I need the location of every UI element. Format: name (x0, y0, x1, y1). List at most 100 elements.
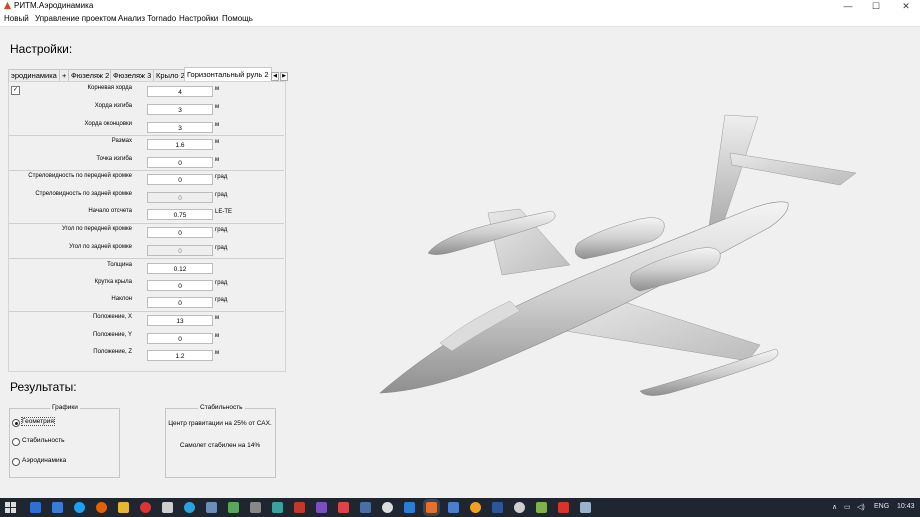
menu-help[interactable]: Помощь (222, 14, 253, 23)
java-icon[interactable] (426, 502, 437, 513)
group-separator (8, 135, 284, 136)
volume-icon[interactable]: ◁) (857, 503, 865, 511)
param-unit: м (215, 139, 220, 145)
param-position-y-input[interactable]: 0 (147, 333, 213, 344)
group-separator (8, 258, 284, 259)
fuselage (379, 201, 789, 394)
tab-fuselage-2[interactable]: Фюзеляж 2 (68, 69, 113, 81)
param-dihedral-input[interactable]: 0 (147, 297, 213, 308)
radio-aerodynamics[interactable] (12, 458, 20, 466)
telegram-icon[interactable] (184, 502, 195, 513)
firefox-icon[interactable] (96, 502, 107, 513)
param-label-dihedral: Наклон (111, 296, 132, 302)
title-bar: РИТМ.Аэродинамика — ☐ ✕ (0, 0, 920, 12)
param-label-te-angle: Угол по задней кромке (69, 244, 132, 250)
settings-gear-icon[interactable] (514, 502, 525, 513)
menu-new[interactable]: Новый (4, 14, 29, 23)
param-span-input[interactable]: 1.6 (147, 139, 213, 150)
param-le-sweep-input[interactable]: 0 (147, 174, 213, 185)
app-icon[interactable] (580, 502, 591, 513)
cg-text: Центр гравитации на 25% от САХ. (168, 420, 272, 427)
param-origin-input[interactable]: 0.75 (147, 209, 213, 220)
minimize-button[interactable]: — (834, 0, 862, 12)
folder-icon[interactable] (52, 502, 63, 513)
param-tip-chord-input[interactable]: 3 (147, 122, 213, 133)
param-unit: м (215, 315, 220, 321)
tab-scroll-right-icon[interactable]: ▶ (280, 72, 288, 81)
app-icon[interactable] (294, 502, 305, 513)
param-kink-chord-input[interactable]: 3 (147, 104, 213, 115)
param-unit: м (215, 86, 220, 92)
param-unit: град (215, 227, 228, 233)
maximize-button[interactable]: ☐ (862, 0, 890, 12)
param-label-span: Размах (111, 138, 132, 144)
app-icon[interactable] (206, 502, 217, 513)
tab-horizontal-stabilizer-2[interactable]: Горизонтальный руль 2 (184, 67, 272, 81)
menu-project-management[interactable]: Управление проектом (35, 14, 117, 23)
tab-wing-2[interactable]: Крыло 2 (153, 69, 188, 81)
clock[interactable]: 10:43 (897, 503, 915, 510)
param-thickness-input[interactable]: 0.12 (147, 263, 213, 274)
param-label-position-y: Положение, Y (92, 332, 132, 338)
file-explorer-icon[interactable] (118, 502, 129, 513)
right-tip-tank (639, 348, 779, 396)
param-te-angle-input: 0 (147, 245, 213, 256)
app-icon[interactable] (536, 502, 547, 513)
pdf-icon[interactable] (558, 502, 569, 513)
menu-settings[interactable]: Настройки (179, 14, 218, 23)
param-label-thickness: Толщина (107, 262, 132, 268)
app-icon[interactable] (448, 502, 459, 513)
word-icon[interactable] (492, 502, 503, 513)
radio-stability[interactable] (12, 438, 20, 446)
outlook-icon[interactable] (30, 502, 41, 513)
app-icon[interactable] (250, 502, 261, 513)
radio-label-stability[interactable]: Стабильность (22, 437, 65, 444)
radio-label-geometry[interactable]: Геометрия (21, 417, 55, 426)
menu-tornado-analysis[interactable]: Анализ Tornado (118, 14, 176, 23)
tab-fuselage-3[interactable]: Фюзеляж 3 (110, 69, 155, 81)
app-icon[interactable] (338, 502, 349, 513)
window-title: РИТМ.Аэродинамика (14, 1, 94, 10)
settings-title: Настройки: (10, 42, 73, 56)
close-button[interactable]: ✕ (892, 0, 920, 12)
app-icon[interactable] (228, 502, 239, 513)
param-position-x-input[interactable]: 13 (147, 315, 213, 326)
param-label-le-angle: Угол по передней кромке (62, 226, 132, 232)
group-separator (8, 223, 284, 224)
radio-geometry[interactable] (12, 419, 20, 427)
language-indicator[interactable]: ENG (874, 503, 889, 510)
param-label-tip-chord: Хорда оконцовки (84, 121, 132, 127)
results-title: Результаты: (10, 380, 77, 394)
param-label-root-chord: Корневая хорда (87, 85, 133, 91)
visual-studio-icon[interactable] (316, 502, 327, 513)
app-icon[interactable] (360, 502, 371, 513)
param-root-chord-input[interactable]: 4 (147, 86, 213, 97)
vscode-icon[interactable] (404, 502, 415, 513)
group-separator (8, 170, 284, 171)
stability-text: Самолет стабилен на 14% (179, 442, 261, 449)
skype-icon[interactable] (74, 502, 85, 513)
app-icon[interactable] (470, 502, 481, 513)
radio-label-aerodynamics[interactable]: Аэродинамика (22, 457, 66, 464)
param-kink-point-input[interactable]: 0 (147, 157, 213, 168)
app-icon[interactable] (162, 502, 173, 513)
param-position-z-input[interactable]: 1.2 (147, 350, 213, 361)
param-unit: град (215, 245, 228, 251)
tab-aerodynamics[interactable]: эродинамика (8, 69, 61, 81)
param-le-angle-input[interactable]: 0 (147, 227, 213, 238)
tab-scroll-left-icon[interactable]: ◀ (271, 72, 279, 81)
param-unit: м (215, 104, 220, 110)
app-icon[interactable] (272, 502, 283, 513)
param-label-origin: Начало отсчета (88, 208, 132, 214)
aircraft-3d-view[interactable] (370, 105, 870, 405)
param-unit: град (215, 192, 228, 198)
component-enabled-checkbox[interactable]: ✓ (11, 86, 20, 95)
tray-chevron-icon[interactable]: ∧ (832, 503, 837, 511)
app-icon[interactable] (382, 502, 393, 513)
vivaldi-icon[interactable] (140, 502, 151, 513)
param-unit: м (215, 333, 220, 339)
param-twist-input[interactable]: 0 (147, 280, 213, 291)
windows-start-icon[interactable] (5, 502, 16, 513)
app-icon (3, 1, 12, 10)
battery-icon[interactable]: ▭ (844, 503, 851, 511)
